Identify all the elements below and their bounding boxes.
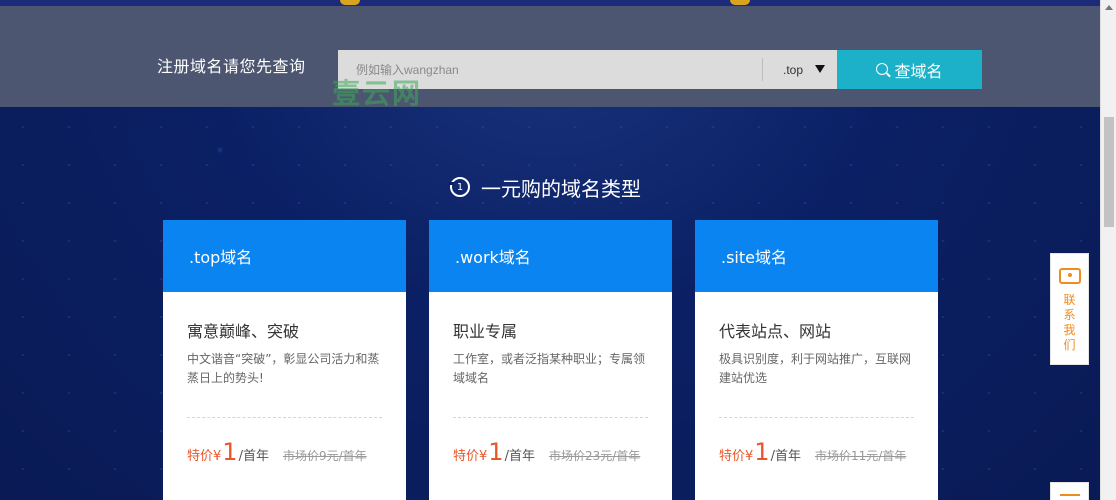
tld-selected-value: .top [783, 62, 804, 77]
search-button-label: 查域名 [894, 61, 943, 81]
card-price: 特价¥ 1 /首年 市场价9元/首年 [187, 440, 382, 464]
divider [187, 417, 382, 418]
scroll-up-arrow-icon[interactable] [1105, 5, 1113, 10]
card-title: 寓意巅峰、突破 [187, 322, 300, 341]
card-description: 极具识别度，利于网站推广，互联网建站优选 [719, 352, 912, 385]
card-title: 职业专属 [453, 322, 518, 341]
card-price: 特价¥ 1 /首年 市场价11元/首年 [719, 440, 914, 464]
caret-down-icon [815, 65, 825, 73]
market-price: 市场价9元/首年 [282, 449, 367, 463]
price-label: 特价¥ [719, 449, 754, 464]
watermark: 壹云网 [332, 77, 423, 110]
contact-us-label: 联系我们 [1063, 293, 1076, 352]
divider [719, 417, 914, 418]
card-domain-name: .site域名 [721, 248, 787, 267]
price-label: 特价¥ [187, 449, 222, 464]
card-header: .site域名 [695, 220, 938, 292]
clock-one-icon: 1 [449, 177, 470, 197]
card-header: .top域名 [163, 220, 406, 292]
section-title: 一元购的域名类型 [481, 176, 641, 201]
card-body: 寓意巅峰、突破 中文谐音“突破”，彰显公司活力和蒸蒸日上的势头! 特价¥ 1 /… [163, 292, 406, 464]
card-description: 中文谐音“突破”，彰显公司活力和蒸蒸日上的势头! [187, 352, 380, 385]
price-unit: /首年 [504, 449, 535, 464]
price-unit: /首年 [238, 449, 269, 464]
domain-card-work[interactable]: .work域名 职业专属 工作室，或者泛指某种职业；专属领域域名 特价¥ 1 /… [429, 220, 672, 500]
price-unit: /首年 [770, 449, 801, 464]
market-price: 市场价23元/首年 [548, 449, 641, 463]
search-icon [876, 62, 889, 75]
divider [453, 417, 648, 418]
card-body: 代表站点、网站 极具识别度，利于网站推广，互联网建站优选 特价¥ 1 /首年 市… [695, 292, 938, 464]
card-domain-name: .work域名 [455, 248, 531, 267]
scrollbar-thumb[interactable] [1104, 117, 1114, 227]
banner-decoration [340, 0, 360, 5]
search-label: 注册域名请您先查询 [157, 57, 306, 76]
banner-decoration [730, 0, 750, 5]
card-description: 工作室，或者泛指某种职业；专属领域域名 [453, 352, 646, 385]
market-price: 市场价11元/首年 [814, 449, 907, 463]
domain-card-site[interactable]: .site域名 代表站点、网站 极具识别度，利于网站推广，互联网建站优选 特价¥… [695, 220, 938, 500]
domain-card-top[interactable]: .top域名 寓意巅峰、突破 中文谐音“突破”，彰显公司活力和蒸蒸日上的势头! … [163, 220, 406, 500]
price-value: 1 [488, 438, 504, 466]
search-domain-button[interactable]: 查域名 [837, 50, 982, 89]
chat-icon [1058, 268, 1081, 284]
back-to-top-button[interactable] [1050, 482, 1089, 500]
tld-select[interactable]: .top [763, 50, 837, 89]
card-title: 代表站点、网站 [719, 322, 832, 341]
section-heading: 1 一元购的域名类型 [449, 172, 641, 202]
price-value: 1 [754, 438, 770, 466]
card-domain-name: .top域名 [189, 248, 253, 267]
card-body: 职业专属 工作室，或者泛指某种职业；专属领域域名 特价¥ 1 /首年 市场价23… [429, 292, 672, 464]
clock-icon-number: 1 [456, 181, 464, 193]
price-label: 特价¥ [453, 449, 488, 464]
price-value: 1 [222, 438, 238, 466]
card-header: .work域名 [429, 220, 672, 292]
contact-us-button[interactable]: 联系我们 [1050, 253, 1089, 365]
card-price: 特价¥ 1 /首年 市场价23元/首年 [453, 440, 648, 464]
vertical-scrollbar[interactable] [1100, 0, 1116, 500]
